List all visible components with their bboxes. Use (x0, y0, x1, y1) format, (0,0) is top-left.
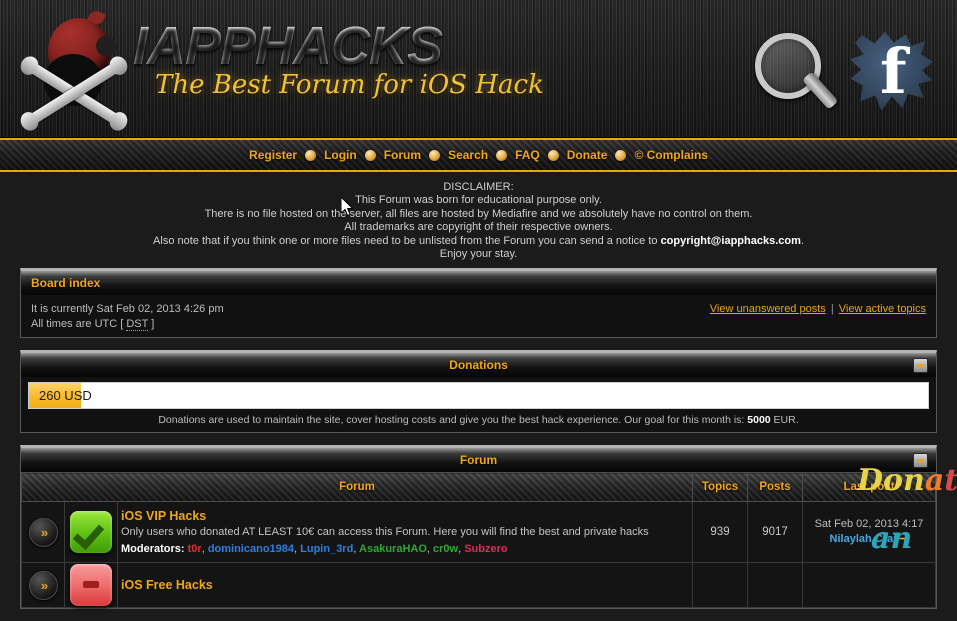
forum-row-main-cell: iOS VIP Hacks Only users who donated AT … (117, 501, 693, 564)
forum-locked-red-icon (70, 564, 112, 607)
moderator-link-dominicano1984[interactable]: dominicano1984 (208, 543, 294, 555)
disclaimer-line-1: DISCLAIMER: (443, 181, 514, 193)
last-post-author-link[interactable]: Nilaylah Crai (830, 533, 897, 545)
disclaimer-line-5-post: . (800, 234, 804, 247)
donations-note: Donations are used to maintain the site,… (21, 409, 936, 432)
donations-title: Donations (449, 358, 508, 373)
minimize-icon[interactable] (913, 453, 928, 469)
donations-title-bar: Donations (21, 353, 936, 378)
timezone-line: All times are UTC [ DST ] (31, 317, 926, 332)
donations-amount: 260 USD (39, 388, 92, 404)
moderator-link-lupin-3rd[interactable]: Lupin_3rd (300, 543, 353, 555)
minimize-icon[interactable] (913, 358, 928, 374)
board-index-title: Board index (21, 271, 936, 296)
disclaimer-block: DISCLAIMER: This Forum was born for educ… (0, 172, 957, 268)
board-index-links: View unanswered posts | View active topi… (710, 302, 926, 317)
forum-link-ios-free-hacks[interactable]: iOS Free Hacks (121, 578, 213, 592)
forum-row-status-cell (64, 501, 118, 564)
forum-table-header-row: Forum Topics Posts Last post (21, 472, 936, 503)
facebook-letter: f (880, 35, 907, 108)
forum-link-ios-vip-hacks[interactable]: iOS VIP Hacks (121, 509, 206, 523)
goto-last-post-icon[interactable]: ➞ (899, 533, 908, 545)
donations-panel: Donations 260 USD Donations are used to … (20, 350, 937, 434)
forum-moderators: Moderators: t0r, dominicano1984, Lupin_3… (121, 543, 508, 556)
view-active-topics-link[interactable]: View active topics (839, 303, 926, 315)
nav-separator-dot-icon (364, 149, 376, 161)
moderator-link-cr0w[interactable]: cr0w (433, 543, 458, 555)
nav-item-login[interactable]: Login (318, 148, 363, 162)
table-row: » iOS VIP Hacks Only users who donated A… (21, 501, 936, 564)
forum-last-post-cell: Sat Feb 02, 2013 4:17 Nilaylah Crai ➞ (802, 501, 936, 564)
nav-item-faq[interactable]: FAQ (509, 148, 546, 162)
forum-posts-count: 9017 (747, 501, 803, 564)
forum-row-arrow-cell[interactable]: » (21, 562, 65, 609)
column-header-forum: Forum (21, 472, 693, 503)
overlay-ad-word1-part3: t (944, 463, 957, 498)
forum-row-main-cell: iOS Free Hacks (117, 562, 693, 609)
last-post-date: Sat Feb 02, 2013 4:17 (814, 518, 924, 531)
timezone-suffix: ] (148, 317, 155, 330)
double-chevron-icon[interactable]: » (28, 517, 58, 547)
column-header-topics: Topics (692, 472, 748, 503)
moderator-link-subzero[interactable]: Subzero (464, 543, 507, 555)
disclaimer-line-5: Also note that if you think one or more … (0, 235, 957, 248)
forum-row-status-cell (64, 562, 118, 609)
donations-progress-bar: 260 USD (28, 382, 929, 410)
mouse-cursor (341, 197, 354, 217)
column-header-posts: Posts (747, 472, 803, 503)
links-separator: | (830, 303, 834, 316)
forum-row-arrow-cell[interactable]: » (21, 501, 65, 564)
facebook-icon[interactable]: f (848, 30, 936, 114)
site-title: IAPPHACKS (133, 18, 544, 74)
double-chevron-icon[interactable]: » (28, 570, 58, 600)
forum-topics-count (692, 562, 748, 609)
nav-item-register[interactable]: Register (243, 148, 303, 162)
disclaimer-line-4: All trademarks are copyright of their re… (344, 221, 613, 234)
nav-item-forum[interactable]: Forum (378, 148, 427, 162)
pirate-apple-skull-icon (14, 14, 134, 127)
nav-separator-dot-icon (429, 149, 441, 161)
forum-unread-green-check-icon (70, 511, 112, 554)
dst-abbr[interactable]: DST (126, 317, 149, 331)
forum-posts-count (747, 562, 803, 609)
nav-item-search[interactable]: Search (442, 148, 494, 162)
moderator-link-asakurahao[interactable]: AsakuraHAO (359, 543, 427, 555)
site-tagline: The Best Forum for iOS Hack (155, 70, 544, 100)
nav-separator-dot-icon (305, 149, 317, 161)
forum-description: Only users who donated AT LEAST 10€ can … (121, 526, 649, 539)
forum-topics-count: 939 (692, 501, 748, 564)
donations-progress-wrap: 260 USD (21, 377, 936, 410)
nav-separator-dot-icon (496, 149, 508, 161)
forum-table: Forum Topics Posts Last post » iOS VIP H… (21, 472, 936, 609)
table-row: » iOS Free Hacks (21, 562, 936, 609)
magnifier-icon[interactable] (755, 33, 841, 115)
nav-separator-dot-icon (547, 149, 559, 161)
site-header: IAPPHACKS The Best Forum for iOS Hack f (0, 0, 957, 138)
nav-item-donate[interactable]: Donate (561, 148, 614, 162)
board-index-body: It is currently Sat Feb 02, 2013 4:26 pm… (21, 295, 936, 337)
donations-note-pre: Donations are used to maintain the site,… (158, 414, 748, 427)
moderators-label: Moderators: (121, 543, 185, 556)
site-brand: IAPPHACKS The Best Forum for iOS Hack (133, 18, 544, 100)
donations-goal: 5000 (747, 414, 771, 427)
disclaimer-line-2: This Forum was born for educational purp… (355, 194, 602, 207)
nav-separator-dot-icon (615, 149, 627, 161)
forum-panel: Forum Forum Topics Posts Last post » iOS… (20, 445, 937, 610)
forum-panel-title: Forum (459, 453, 498, 468)
timezone-prefix: All times are UTC [ (31, 317, 127, 330)
nav-item-complains[interactable]: © Complains (628, 148, 714, 162)
main-navigation: Register Login Forum Search FAQ Donate ©… (0, 138, 957, 172)
forum-last-post-cell (802, 562, 936, 609)
forum-title-bar: Forum (21, 448, 936, 473)
moderator-link-t0r[interactable]: t0r (188, 543, 202, 555)
disclaimer-line-3: There is no file hosted on the server, a… (204, 207, 753, 220)
board-index-panel: Board index It is currently Sat Feb 02, … (20, 268, 937, 339)
copyright-email: copyright@iapphacks.com (660, 234, 801, 247)
page-root: IAPPHACKS The Best Forum for iOS Hack f … (0, 0, 957, 621)
donations-note-post: EUR. (770, 414, 799, 427)
disclaimer-line-5-pre: Also note that if you think one or more … (153, 234, 661, 247)
view-unanswered-posts-link[interactable]: View unanswered posts (710, 303, 826, 315)
column-header-last-post: Last post (802, 472, 936, 503)
disclaimer-line-6: Enjoy your stay. (439, 248, 518, 261)
